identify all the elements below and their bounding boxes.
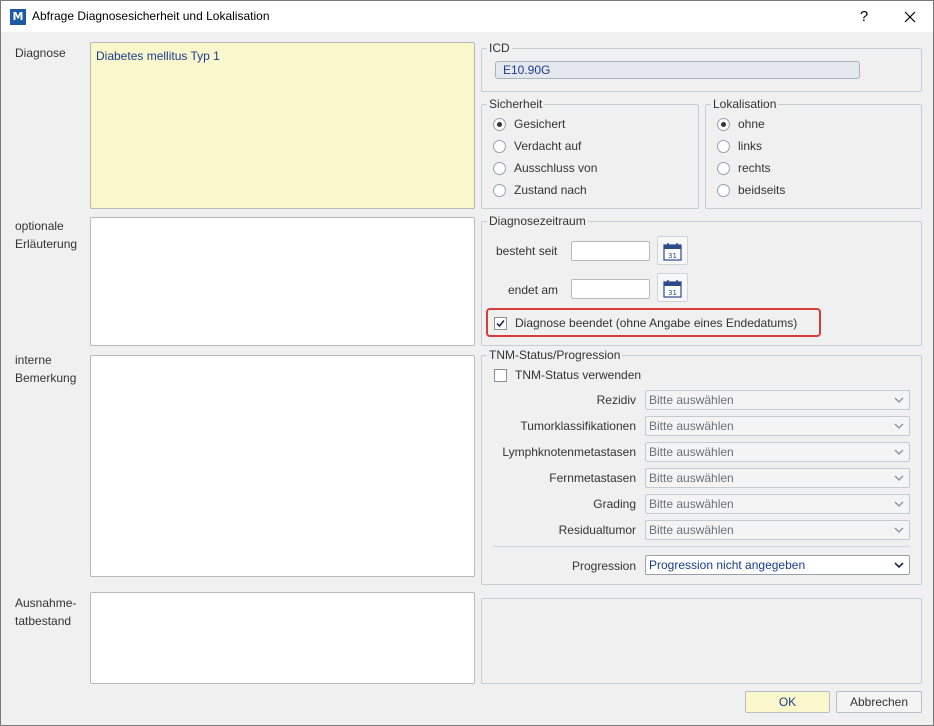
empty-panel	[481, 598, 922, 684]
ausnahme-textarea[interactable]	[90, 592, 475, 684]
erlaeuterung-label-line1: optionale	[15, 219, 64, 233]
radio-verdacht-auf[interactable]: Verdacht auf	[493, 137, 581, 155]
lokalisation-legend: Lokalisation	[713, 97, 777, 111]
radio-button[interactable]	[493, 117, 506, 131]
tnm-group: TNM-Status/Progression	[481, 349, 922, 585]
endet-am-label: endet am	[508, 283, 559, 297]
calendar-icon: 31	[663, 280, 682, 298]
radio-button[interactable]	[717, 161, 730, 175]
chevron-down-icon	[894, 562, 904, 569]
select-value: Progression nicht angegeben	[649, 558, 806, 572]
chevron-down-icon	[894, 475, 904, 481]
diagnose-beendet-checkbox[interactable]	[494, 316, 507, 330]
close-button[interactable]	[887, 1, 933, 32]
radio-button[interactable]	[717, 183, 730, 197]
rezidiv-select[interactable]: Bitte auswählen	[645, 390, 910, 410]
radio-label: Zustand nach	[514, 183, 587, 197]
cancel-button[interactable]: Abbrechen	[836, 691, 922, 713]
radio-button[interactable]	[493, 161, 506, 175]
radio-button[interactable]	[493, 183, 506, 197]
radio-button[interactable]	[717, 139, 730, 153]
radio-label: rechts	[738, 161, 771, 175]
radio-button[interactable]	[493, 139, 506, 153]
tumorklassifikationen-select[interactable]: Bitte auswählen	[645, 416, 910, 436]
endet-am-calendar-button[interactable]: 31	[657, 273, 688, 302]
tnm-legend: TNM-Status/Progression	[489, 348, 621, 362]
help-button[interactable]: ?	[841, 1, 887, 32]
bemerkung-label-line1: interne	[15, 353, 52, 367]
diagnose-beendet-checkbox-row[interactable]: Diagnose beendet (ohne Angabe eines Ende…	[494, 316, 797, 330]
tnm-divider	[493, 546, 910, 547]
chevron-down-icon	[894, 423, 904, 429]
chevron-down-icon	[894, 527, 904, 533]
select-value: Bitte auswählen	[649, 393, 734, 407]
icd-legend: ICD	[489, 41, 510, 55]
endet-am-input[interactable]	[571, 279, 650, 299]
radio-zustand-nach[interactable]: Zustand nach	[493, 181, 587, 199]
select-value: Bitte auswählen	[649, 419, 734, 433]
tnm-status-checkbox-row[interactable]: TNM-Status verwenden	[494, 368, 641, 382]
besteht-seit-label: besteht seit	[496, 244, 558, 258]
fernmetastasen-select[interactable]: Bitte auswählen	[645, 468, 910, 488]
besteht-seit-calendar-button[interactable]: 31	[657, 236, 688, 265]
bemerkung-textarea[interactable]	[90, 355, 475, 577]
residualtumor-select[interactable]: Bitte auswählen	[645, 520, 910, 540]
radio-ohne[interactable]: ohne	[717, 115, 765, 133]
select-value: Bitte auswählen	[649, 497, 734, 511]
radio-label: links	[738, 139, 763, 153]
zeitraum-legend: Diagnosezeitraum	[489, 214, 586, 228]
close-icon	[904, 11, 916, 23]
radio-links[interactable]: links	[717, 137, 762, 155]
calendar-icon-day: 31	[668, 252, 677, 260]
progression-select[interactable]: Progression nicht angegeben	[645, 555, 910, 575]
select-value: Bitte auswählen	[649, 523, 734, 537]
rezidiv-label: Rezidiv	[596, 393, 636, 407]
tnm-status-label: TNM-Status verwenden	[515, 368, 642, 382]
lymphknotenmetastasen-label: Lymphknotenmetastasen	[502, 445, 636, 459]
grading-label: Grading	[593, 497, 636, 511]
radio-label: Verdacht auf	[514, 139, 582, 153]
tnm-status-checkbox[interactable]	[494, 368, 507, 382]
grading-select[interactable]: Bitte auswählen	[645, 494, 910, 514]
progression-label: Progression	[571, 559, 636, 573]
app-logo-icon: M	[10, 9, 26, 25]
icd-field: E10.90G	[495, 61, 860, 79]
select-value: Bitte auswählen	[649, 471, 734, 485]
diagnose-textarea[interactable]: Diabetes mellitus Typ 1	[90, 42, 475, 209]
ok-button[interactable]: OK	[745, 691, 830, 713]
diagnose-label: Diagnose	[15, 46, 66, 60]
chevron-down-icon	[894, 397, 904, 403]
diagnose-beendet-label: Diagnose beendet (ohne Angabe eines Ende…	[515, 316, 798, 330]
radio-label: beidseits	[738, 183, 786, 197]
tumorklassifikationen-label: Tumorklassifikationen	[520, 419, 636, 433]
radio-label: Gesichert	[514, 117, 566, 131]
besteht-seit-input[interactable]	[571, 241, 650, 261]
chevron-down-icon	[894, 449, 904, 455]
radio-rechts[interactable]: rechts	[717, 159, 771, 177]
fernmetastasen-label: Fernmetastasen	[549, 471, 636, 485]
erlaeuterung-textarea[interactable]	[90, 217, 475, 346]
radio-gesichert[interactable]: Gesichert	[493, 115, 565, 133]
radio-label: ohne	[738, 117, 765, 131]
radio-ausschluss-von[interactable]: Ausschluss von	[493, 159, 597, 177]
calendar-icon-day: 31	[668, 289, 677, 297]
diagnose-value: Diabetes mellitus Typ 1	[96, 49, 220, 63]
bemerkung-label-line2: Bemerkung	[15, 371, 77, 385]
title-bar: M Abfrage Diagnosesicherheit und Lokalis…	[1, 1, 933, 32]
calendar-icon: 31	[663, 243, 682, 261]
residualtumor-label: Residualtumor	[558, 523, 636, 537]
ausnahme-label-line1: Ausnahme-	[15, 596, 77, 610]
sicherheit-legend: Sicherheit	[489, 97, 543, 111]
radio-label: Ausschluss von	[514, 161, 598, 175]
radio-beidseits[interactable]: beidseits	[717, 181, 785, 199]
chevron-down-icon	[894, 501, 904, 507]
ausnahme-label-line2: tatbestand	[15, 614, 72, 628]
radio-button[interactable]	[717, 117, 730, 131]
window-title: Abfrage Diagnosesicherheit und Lokalisat…	[32, 9, 270, 23]
lymphknotenmetastasen-select[interactable]: Bitte auswählen	[645, 442, 910, 462]
checkmark-icon	[496, 319, 505, 327]
erlaeuterung-label-line2: Erläuterung	[15, 237, 78, 251]
select-value: Bitte auswählen	[649, 445, 734, 459]
